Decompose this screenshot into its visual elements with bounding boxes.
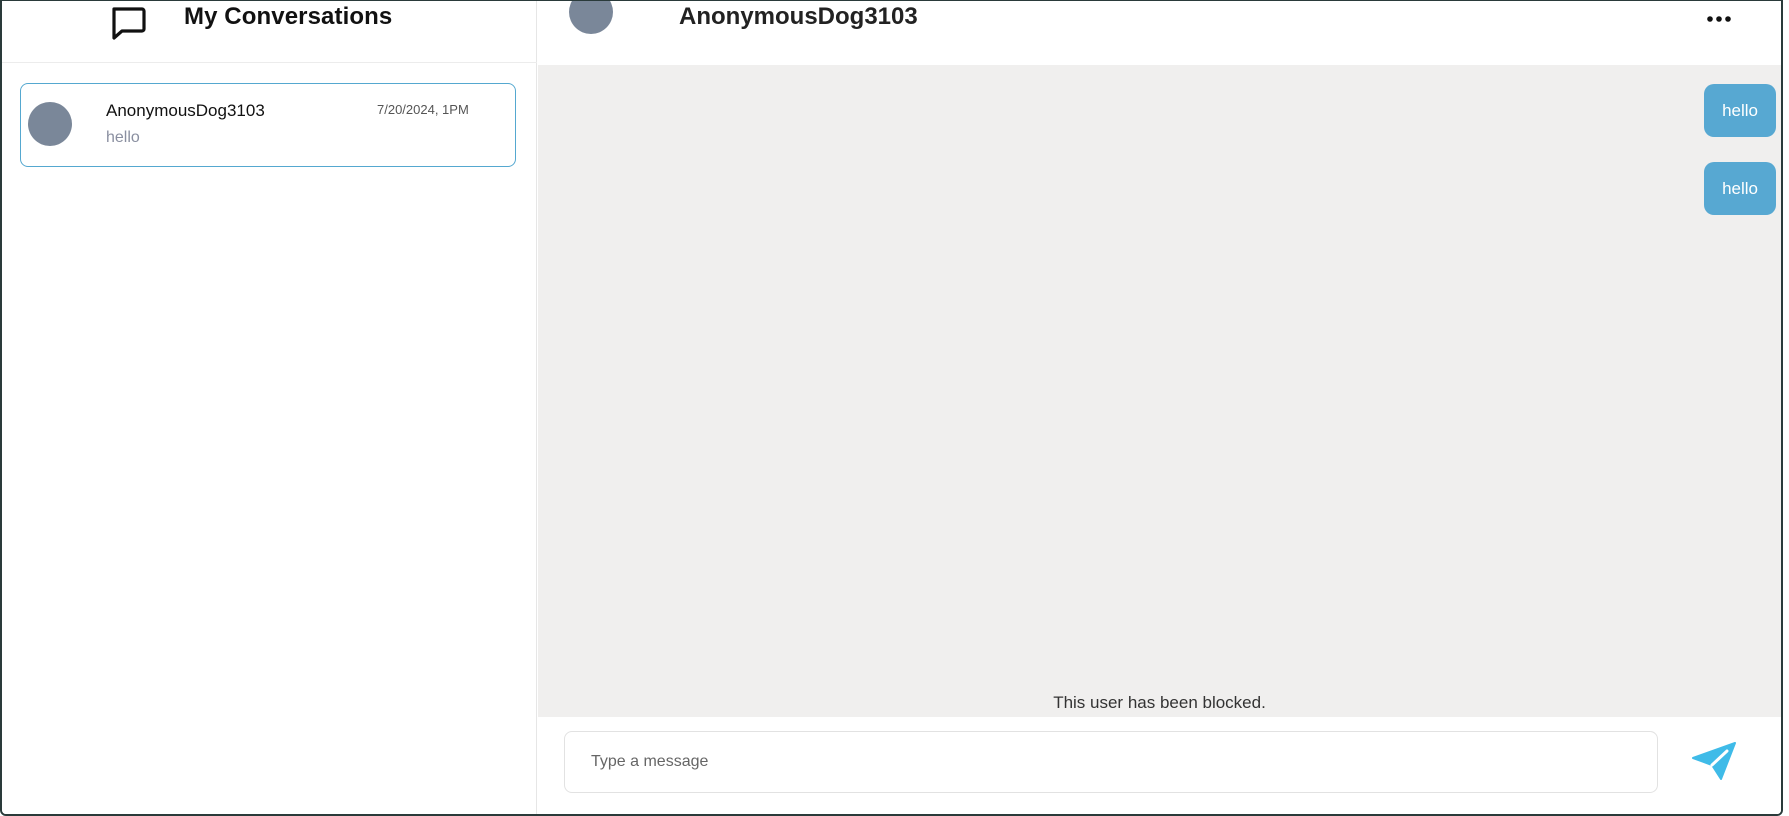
conversations-sidebar: My Conversations AnonymousDog3103 7/20/2… (2, 1, 537, 814)
conversation-timestamp: 7/20/2024, 1PM (377, 102, 469, 117)
conversation-name: AnonymousDog3103 (106, 101, 265, 120)
conversation-list: AnonymousDog3103 7/20/2024, 1PM hello (20, 83, 516, 167)
conversation-preview: hello (106, 129, 140, 146)
ellipsis-icon (1706, 10, 1732, 28)
chat-bubble-icon (108, 3, 148, 43)
message-input[interactable] (564, 731, 1658, 793)
contact-name: AnonymousDog3103 (679, 3, 918, 30)
contact-avatar (569, 1, 613, 34)
avatar (28, 102, 72, 146)
send-button[interactable] (1690, 741, 1738, 785)
chat-panel: AnonymousDog3103 hello hello This user h… (538, 1, 1781, 814)
blocked-notice: This user has been blocked. (1053, 693, 1266, 712)
messages-area: hello hello This user has been blocked. (538, 65, 1781, 717)
sidebar-title: My Conversations (184, 3, 393, 30)
sidebar-header: My Conversations (2, 1, 537, 63)
conversation-item[interactable]: AnonymousDog3103 7/20/2024, 1PM hello (20, 83, 516, 167)
messaging-app: My Conversations AnonymousDog3103 7/20/2… (0, 0, 1783, 816)
more-options-button[interactable] (1702, 7, 1736, 31)
paper-plane-icon (1691, 741, 1737, 786)
message-bubble-sent: hello (1704, 84, 1776, 137)
message-bubble-sent: hello (1704, 162, 1776, 215)
message-composer (538, 717, 1781, 814)
chat-header: AnonymousDog3103 (538, 1, 1781, 65)
